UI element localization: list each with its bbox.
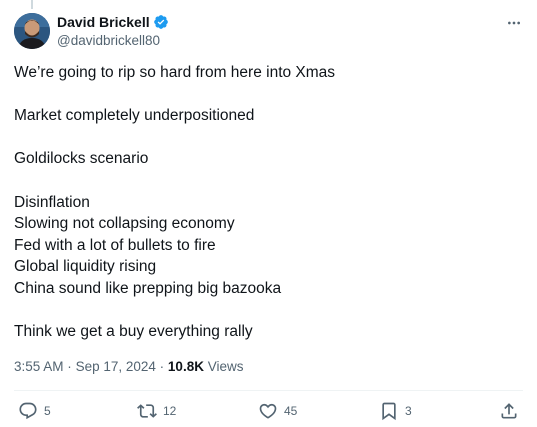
author-display-name[interactable]: David Brickell	[57, 13, 150, 31]
tweet-line	[14, 170, 519, 192]
tweet-line: Global liquidity rising	[14, 258, 157, 276]
tweet-line	[14, 127, 519, 149]
tweet-line: Fed with a lot of bullets to fire	[14, 236, 216, 254]
tweet-line: Think we get a buy everything rally	[14, 323, 253, 341]
repost-count: 12	[163, 404, 177, 418]
like-count: 45	[284, 404, 298, 418]
reply-button[interactable]: 5	[18, 400, 51, 422]
tweet-line	[14, 300, 519, 322]
tweet-actions-bar: 5 12 45 3	[0, 400, 537, 422]
avatar[interactable]	[14, 13, 50, 49]
tweet-line: China sound like prepping big bazooka	[14, 279, 282, 297]
meta-separator: ·	[159, 359, 165, 374]
repost-button[interactable]: 12	[137, 400, 176, 422]
tweet-line: Market completely underpositioned	[14, 107, 255, 125]
tweet-line: Disinflation	[14, 193, 90, 211]
tweet-date[interactable]: Sep 17, 2024	[76, 359, 156, 374]
bookmark-icon	[382, 402, 396, 421]
divider	[14, 390, 523, 391]
more-dots-icon	[508, 21, 520, 25]
tweet-time[interactable]: 3:55 AM	[14, 359, 64, 374]
tweet-line: Goldilocks scenario	[14, 150, 149, 168]
author-name-row: David Brickell	[57, 13, 169, 31]
tweet-line	[14, 84, 519, 106]
tweet-text: We’re going to rip so hard from here int…	[14, 62, 519, 343]
like-button[interactable]: 45	[258, 400, 297, 422]
share-button[interactable]	[499, 400, 519, 422]
reply-icon	[19, 402, 37, 420]
heart-icon	[259, 403, 277, 419]
repost-icon	[137, 404, 157, 418]
more-options-button[interactable]	[505, 14, 523, 32]
views-label: Views	[207, 359, 244, 374]
tweet-meta: 3:55 AM · Sep 17, 2024 · 10.8K Views	[14, 358, 244, 376]
share-icon	[501, 403, 517, 419]
bookmark-button[interactable]: 3	[379, 400, 412, 422]
tweet-line: We’re going to rip so hard from here int…	[14, 64, 336, 81]
views-count[interactable]: 10.8K	[168, 359, 204, 374]
reply-count: 5	[44, 404, 51, 418]
meta-separator: ·	[67, 359, 72, 374]
thread-connector-line	[31, 0, 33, 9]
bookmark-count: 3	[405, 404, 412, 418]
author-handle[interactable]: @davidbrickell80	[57, 32, 169, 50]
avatar-image	[14, 13, 50, 49]
tweet-author: David Brickell @davidbrickell80	[57, 13, 169, 50]
verified-badge-icon[interactable]	[153, 14, 169, 30]
tweet-line: Slowing not collapsing economy	[14, 215, 235, 233]
